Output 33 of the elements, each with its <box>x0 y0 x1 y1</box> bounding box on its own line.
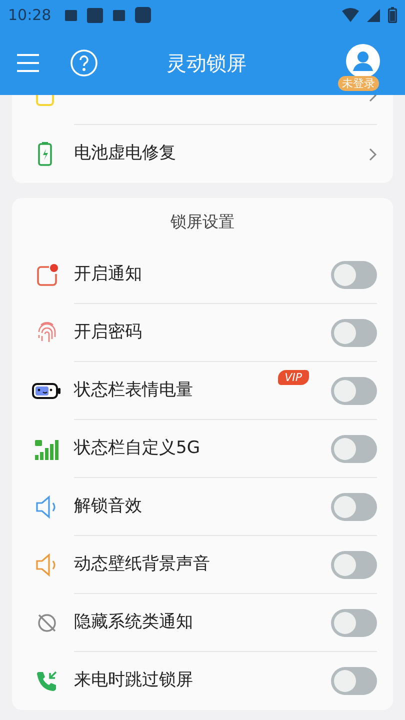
toggle-switch[interactable] <box>331 550 377 578</box>
row-label: 电池虚电修复 <box>74 142 176 166</box>
app-notification-icon <box>135 7 152 23</box>
toggle-switch[interactable] <box>331 434 377 462</box>
section-title: 锁屏设置 <box>170 211 234 233</box>
toggle-switch[interactable] <box>331 376 377 404</box>
menu-icon[interactable] <box>16 52 40 72</box>
row-label: 动态壁纸背景声音 <box>74 552 211 576</box>
chevron-right-icon <box>369 148 377 160</box>
app-notification-icon <box>113 10 126 20</box>
login-status-badge: 未登录 <box>338 76 379 90</box>
app-notification-icon <box>87 8 104 22</box>
app-title: 灵动锁屏 <box>166 50 248 76</box>
row-label: 开启通知 <box>74 262 143 286</box>
toggle-switch[interactable] <box>331 492 377 520</box>
row-label: 状态栏表情电量 <box>74 378 194 402</box>
row-label: 状态栏自定义5G <box>74 436 201 460</box>
toggle-switch[interactable] <box>331 667 377 695</box>
row-label: 解锁音效 <box>74 494 143 518</box>
battery-status-icon <box>388 7 397 23</box>
notification-icon <box>34 262 60 288</box>
toggle-switch[interactable] <box>331 318 377 346</box>
row-label: 隐藏系统类通知 <box>74 610 194 634</box>
vip-badge: VIP <box>278 370 309 385</box>
status-time: 10:28 <box>8 4 52 26</box>
toggle-switch[interactable] <box>331 608 377 636</box>
row-label: 开启密码 <box>74 320 143 344</box>
toggle-switch[interactable] <box>331 260 377 288</box>
wifi-icon <box>342 8 359 22</box>
row-label: 来电时跳过锁屏 <box>74 669 194 692</box>
signal-strength-icon <box>367 8 380 22</box>
help-icon[interactable] <box>70 48 98 76</box>
avatar-icon[interactable] <box>346 44 380 78</box>
